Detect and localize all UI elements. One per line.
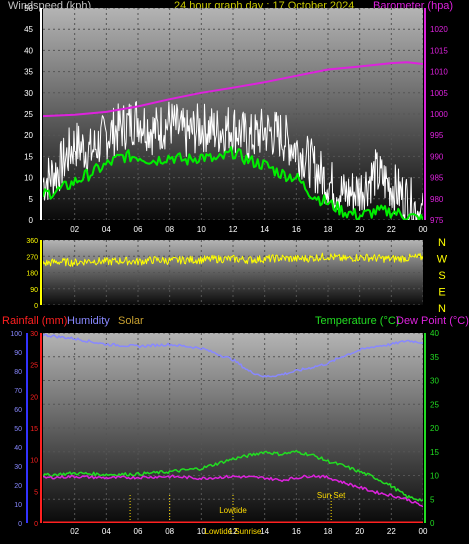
wind-x-tick: 10	[197, 225, 206, 234]
direction-y-tick: 360	[26, 238, 38, 245]
barometer-y-tick: 1020	[430, 25, 448, 34]
wind-y-tick: 50	[24, 4, 33, 13]
temperature-y-tick: 15	[430, 448, 439, 457]
temperature-x-tick: 18	[324, 527, 333, 536]
barometer-y-tick: 980	[430, 195, 444, 204]
temperature-y-tick: 5	[430, 495, 435, 504]
wind-x-tick: 06	[134, 225, 143, 234]
wind-y-tick: 5	[29, 195, 34, 204]
rainfall-y-tick: 30	[30, 331, 38, 338]
wind-x-tick: 16	[292, 225, 301, 234]
humidity-y-tick: 80	[14, 369, 22, 376]
lowtide-sunrise-label: Lowtide Sunrise	[205, 527, 262, 536]
rainfall-y-tick-labels: 0 5 10 15 20 25 30	[30, 331, 38, 528]
humidity-y-tick: 20	[14, 483, 22, 490]
wind-x-tick: 18	[324, 225, 333, 234]
compass-letter: W	[437, 254, 448, 266]
temperature-x-tick: 20	[355, 527, 364, 536]
humidity-y-tick: 70	[14, 388, 22, 395]
temperature-x-tick: 02	[70, 527, 79, 536]
compass-letter: S	[438, 270, 445, 282]
compass-letter: N	[438, 303, 446, 315]
compass-letter: N	[438, 237, 446, 249]
rainfall-y-tick: 15	[30, 426, 38, 433]
wind-x-tick: 04	[102, 225, 111, 234]
humidity-y-tick: 0	[18, 521, 22, 528]
temperature-axis-label: Temperature (°C)	[315, 315, 399, 327]
wind-x-tick: 14	[260, 225, 269, 234]
barometer-y-tick: 1010	[430, 68, 448, 77]
humidity-y-tick: 30	[14, 464, 22, 471]
direction-y-tick-labels: 360 270 180 90 0	[26, 238, 38, 310]
temperature-x-tick: 22	[387, 527, 396, 536]
rainfall-y-tick: 20	[30, 394, 38, 401]
dewpoint-axis-label: Dew Point (°C)	[396, 315, 469, 327]
temperature-y-tick: 0	[430, 519, 435, 528]
temperature-y-tick-labels: 0 5 10 15 20 25 30 35 40	[430, 329, 439, 528]
wind-x-tick: 20	[355, 225, 364, 234]
barometer-y-tick: 1005	[430, 89, 448, 98]
rainfall-y-tick: 10	[30, 458, 38, 465]
sunset-label: Sun Set	[317, 491, 346, 500]
solar-axis-label: Solar	[118, 315, 144, 327]
wind-y-tick: 20	[24, 131, 33, 140]
temperature-y-tick: 20	[430, 424, 439, 433]
humidity-y-tick: 10	[14, 502, 22, 509]
barometer-y-tick: 985	[430, 174, 444, 183]
wind-y-tick: 15	[24, 152, 33, 161]
wind-x-tick: 00	[419, 225, 428, 234]
temperature-y-tick: 10	[430, 472, 439, 481]
wind-x-tick: 22	[387, 225, 396, 234]
wind-y-tick-labels: 0 5 10 15 20 25 30 35 40 45 50	[24, 4, 33, 225]
temperature-y-tick: 40	[430, 329, 439, 338]
wind-y-tick: 45	[24, 25, 33, 34]
wind-x-tick: 02	[70, 225, 79, 234]
barometer-y-tick: 990	[430, 152, 444, 161]
rainfall-y-tick: 5	[34, 489, 38, 496]
rainfall-y-tick: 0	[34, 521, 38, 528]
wind-x-tick-labels: 02 04 06 08 10 12 14 16 18 20 22 00	[70, 225, 428, 234]
barometer-y-tick-labels: 975 980 985 990 995 1000 1005 1010 1015 1020	[430, 25, 448, 225]
wind-y-tick: 40	[24, 46, 33, 55]
barometer-y-tick: 975	[430, 216, 444, 225]
wind-y-tick: 25	[24, 110, 33, 119]
direction-y-tick: 180	[26, 271, 38, 278]
wind-y-tick: 0	[29, 216, 34, 225]
temperature-x-tick: 00	[419, 527, 428, 536]
temperature-y-tick: 30	[430, 377, 439, 386]
temperature-x-tick: 14	[260, 527, 269, 536]
humidity-axis-label: Humidity	[67, 315, 110, 327]
compass-letter: E	[438, 287, 445, 299]
lowtide-label: Lowtide	[219, 506, 247, 515]
wind-x-tick: 08	[165, 225, 174, 234]
wind-y-tick: 10	[24, 174, 33, 183]
wind-y-tick: 35	[24, 68, 33, 77]
barometer-y-tick: 1000	[430, 110, 448, 119]
temperature-x-tick: 16	[292, 527, 301, 536]
humidity-y-tick: 100	[10, 331, 22, 338]
temperature-x-tick: 04	[102, 527, 111, 536]
temperature-x-tick: 08	[165, 527, 174, 536]
direction-y-tick: 270	[26, 254, 38, 261]
humidity-y-tick: 60	[14, 407, 22, 414]
humidity-y-tick: 40	[14, 445, 22, 452]
rainfall-axis-label: Rainfall (mm)	[2, 315, 67, 327]
compass-labels: NWSEN	[437, 237, 448, 315]
temperature-y-tick: 25	[430, 400, 439, 409]
humidity-y-tick-labels: 0 10 20 30 40 50 60 70 80 90 100	[10, 331, 22, 528]
direction-y-tick: 0	[34, 303, 38, 310]
humidity-y-tick: 90	[14, 350, 22, 357]
wind-y-tick: 30	[24, 89, 33, 98]
barometer-y-tick: 1015	[430, 46, 448, 55]
wind-x-tick: 12	[229, 225, 238, 234]
temperature-x-tick: 06	[134, 527, 143, 536]
temperature-y-tick: 35	[430, 353, 439, 362]
rainfall-y-tick: 25	[30, 363, 38, 370]
weather-graph: Windspeed (kph) 24 hour graph day : 17 O…	[2, 0, 469, 536]
barometer-y-tick: 995	[430, 131, 444, 140]
humidity-y-tick: 50	[14, 426, 22, 433]
direction-y-tick: 90	[30, 287, 38, 294]
